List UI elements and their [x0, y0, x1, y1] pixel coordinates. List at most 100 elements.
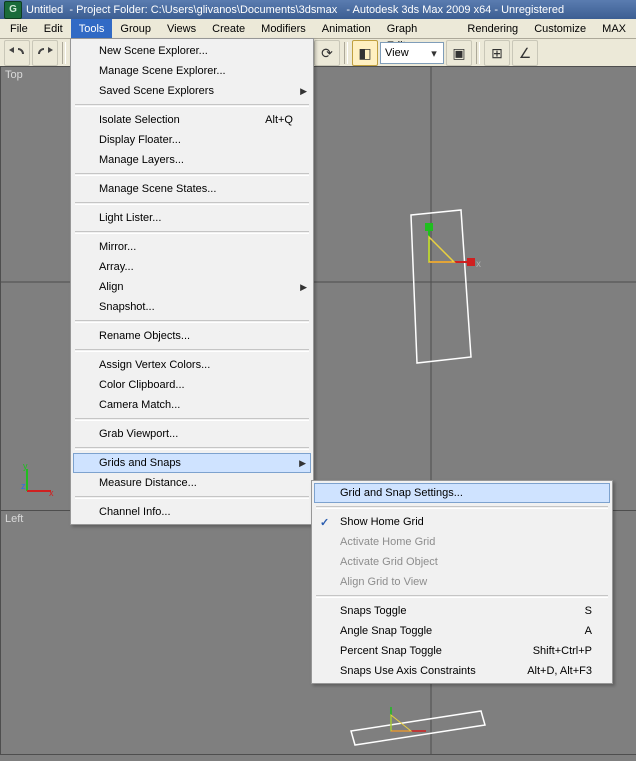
tools-item-rename-objects[interactable]: Rename Objects... [73, 326, 311, 346]
grids-item-percent-snap-toggle[interactable]: Percent Snap ToggleShift+Ctrl+P [314, 641, 610, 661]
menu-item-shortcut: Alt+D, Alt+F3 [527, 665, 592, 677]
grids-item-angle-snap-toggle[interactable]: Angle Snap ToggleA [314, 621, 610, 641]
menu-item-label: Camera Match... [99, 399, 180, 411]
tools-item-manage-layers[interactable]: Manage Layers... [73, 150, 311, 170]
menu-tools[interactable]: Tools [71, 19, 113, 38]
chevron-down-icon: ▾ [427, 47, 441, 60]
tools-item-snapshot[interactable]: Snapshot... [73, 297, 311, 317]
menu-separator [316, 595, 608, 598]
menu-item-label: Grab Viewport... [99, 428, 178, 440]
grids-item-grid-and-snap-settings[interactable]: Grid and Snap Settings... [314, 483, 610, 503]
menu-separator [75, 418, 309, 421]
undo-button[interactable] [4, 40, 30, 66]
toolbar-separator [344, 42, 348, 64]
menu-item-label: Array... [99, 261, 134, 273]
tools-item-array[interactable]: Array... [73, 257, 311, 277]
menu-rendering[interactable]: Rendering [459, 19, 526, 38]
menu-graph-editors[interactable]: Graph Editors [379, 19, 460, 38]
tools-item-measure-distance[interactable]: Measure Distance... [73, 473, 311, 493]
tools-item-display-floater[interactable]: Display Floater... [73, 130, 311, 150]
menu-item-shortcut: A [585, 625, 592, 637]
select-rotate-button[interactable]: ⟳ [314, 40, 340, 66]
tools-item-grab-viewport[interactable]: Grab Viewport... [73, 424, 311, 444]
menu-separator [75, 104, 309, 107]
svg-text:x: x [49, 488, 54, 497]
menu-item-label: Grids and Snaps [99, 457, 181, 469]
title-app: - Autodesk 3ds Max 2009 x64 - [346, 4, 498, 16]
tools-item-manage-scene-explorer[interactable]: Manage Scene Explorer... [73, 61, 311, 81]
menu-item-label: Activate Home Grid [340, 536, 435, 548]
menu-item-label: Color Clipboard... [99, 379, 185, 391]
menu-animation[interactable]: Animation [314, 19, 379, 38]
submenu-arrow-icon: ▶ [300, 282, 307, 293]
pivot-button[interactable]: ▣ [446, 40, 472, 66]
menu-item-label: New Scene Explorer... [99, 45, 208, 57]
menu-separator [75, 202, 309, 205]
grids-item-activate-home-grid: Activate Home Grid [314, 532, 610, 552]
menu-item-label: Show Home Grid [340, 516, 424, 528]
menu-create[interactable]: Create [204, 19, 253, 38]
menu-edit[interactable]: Edit [36, 19, 71, 38]
menu-views[interactable]: Views [159, 19, 204, 38]
menu-separator [75, 447, 309, 450]
snap-toggle-button[interactable]: ⊞ [484, 40, 510, 66]
tools-item-manage-scene-states[interactable]: Manage Scene States... [73, 179, 311, 199]
tools-item-light-lister[interactable]: Light Lister... [73, 208, 311, 228]
menu-item-label: Measure Distance... [99, 477, 197, 489]
menu-group[interactable]: Group [112, 19, 159, 38]
selected-object[interactable]: x [391, 207, 511, 367]
menu-item-label: Assign Vertex Colors... [99, 359, 210, 371]
svg-text:y: y [23, 463, 28, 471]
tools-item-channel-info[interactable]: Channel Info... [73, 502, 311, 522]
menu-item-label: Snaps Toggle [340, 605, 406, 617]
menu-separator [75, 349, 309, 352]
grids-item-show-home-grid[interactable]: ✓ Show Home Grid [314, 512, 610, 532]
menu-item-label: Align Grid to View [340, 576, 427, 588]
tools-item-align[interactable]: Align ▶ [73, 277, 311, 297]
menu-item-shortcut: S [585, 605, 592, 617]
menu-item-label: Rename Objects... [99, 330, 190, 342]
menu-item-label: Snapshot... [99, 301, 155, 313]
title-doc: Untitled [26, 4, 63, 16]
menu-file[interactable]: File [2, 19, 36, 38]
tools-item-saved-scene-explorers[interactable]: Saved Scene Explorers▶ [73, 81, 311, 101]
menu-item-label: Light Lister... [99, 212, 161, 224]
select-scale-button[interactable]: ◧ [352, 40, 378, 66]
grids-item-snaps-use-axis-constraints[interactable]: Snaps Use Axis Constraints Alt+D, Alt+F3 [314, 661, 610, 681]
menu-customize[interactable]: Customize [526, 19, 594, 38]
tools-item-grids-and-snaps[interactable]: Grids and Snaps ▶ [73, 453, 311, 473]
toolbar-separator [476, 42, 480, 64]
menu-item-label: Channel Info... [99, 506, 171, 518]
menu-separator [75, 320, 309, 323]
ref-coord-select[interactable]: View ▾ [380, 42, 444, 64]
toolbar-separator [62, 42, 66, 64]
tools-item-new-scene-explorer[interactable]: New Scene Explorer... [73, 41, 311, 61]
tools-menu[interactable]: New Scene Explorer... Manage Scene Explor… [70, 38, 314, 525]
menu-item-shortcut: Alt+Q [265, 114, 293, 126]
menu-max[interactable]: MAX [594, 19, 634, 38]
menu-item-label: Isolate Selection [99, 114, 180, 126]
menu-modifiers[interactable]: Modifiers [253, 19, 314, 38]
tools-item-color-clipboard[interactable]: Color Clipboard... [73, 375, 311, 395]
title-bar: G Untitled - Project Folder: C:\Users\gl… [0, 0, 636, 19]
menu-item-label: Align [99, 281, 123, 293]
grids-and-snaps-submenu[interactable]: Grid and Snap Settings... ✓ Show Home Grid… [311, 480, 613, 684]
menu-item-label: Mirror... [99, 241, 136, 253]
selected-object-left[interactable] [341, 701, 501, 761]
menu-separator [75, 231, 309, 234]
check-icon: ✓ [320, 516, 329, 529]
tools-item-isolate-selection[interactable]: Isolate Selection Alt+Q [73, 110, 311, 130]
menu-item-label: Percent Snap Toggle [340, 645, 442, 657]
menu-separator [75, 496, 309, 499]
menu-item-label: Manage Scene States... [99, 183, 216, 195]
submenu-arrow-icon: ▶ [299, 458, 306, 469]
redo-button[interactable] [32, 40, 58, 66]
angle-snap-button[interactable]: ∠ [512, 40, 538, 66]
menu-item-label: Snaps Use Axis Constraints [340, 665, 476, 677]
tools-item-assign-vertex-colors[interactable]: Assign Vertex Colors... [73, 355, 311, 375]
menu-item-label: Manage Layers... [99, 154, 184, 166]
grids-item-snaps-toggle[interactable]: Snaps Toggle S [314, 601, 610, 621]
tools-item-mirror[interactable]: Mirror... [73, 237, 311, 257]
tools-item-camera-match[interactable]: Camera Match... [73, 395, 311, 415]
menu-bar: FileEditToolsGroupViewsCreateModifiersAn… [0, 19, 636, 39]
